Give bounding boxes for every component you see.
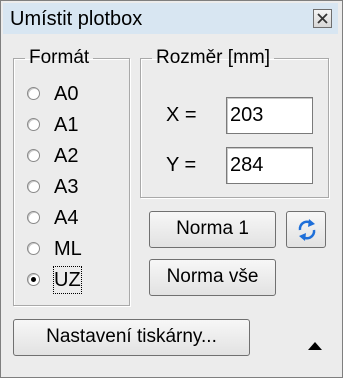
close-button[interactable] xyxy=(313,9,332,28)
radio-label: A3 xyxy=(54,176,79,198)
radio-button-selected[interactable] xyxy=(27,273,40,286)
radio-button[interactable] xyxy=(27,87,40,100)
radio-button[interactable] xyxy=(27,211,40,224)
radio-label: A0 xyxy=(54,83,79,105)
radio-label: A4 xyxy=(54,207,79,229)
title-bar[interactable]: Umístit plotbox xyxy=(3,3,338,34)
norma1-button[interactable]: Norma 1 xyxy=(149,211,276,248)
radio-button[interactable] xyxy=(27,180,40,193)
format-legend: Formát xyxy=(29,47,90,68)
radio-label: A1 xyxy=(54,114,79,136)
plotbox-dialog: Umístit plotbox Formát A0 A1 A2 A3 A4 ML xyxy=(0,0,343,378)
radio-selected-dot xyxy=(31,277,36,282)
norma-vse-button[interactable]: Norma vše xyxy=(149,259,276,296)
radio-label: UZ xyxy=(53,266,82,294)
radio-label: A2 xyxy=(54,145,79,167)
radio-button[interactable] xyxy=(27,118,40,131)
collapse-arrow-icon[interactable] xyxy=(308,341,322,350)
swap-dimensions-button[interactable] xyxy=(286,211,326,248)
y-label: Y = xyxy=(166,154,197,176)
y-input[interactable]: 284 xyxy=(226,147,313,184)
window-title: Umístit plotbox xyxy=(10,8,143,30)
x-label: X = xyxy=(166,104,197,126)
swap-arrows-icon xyxy=(298,219,316,241)
radio-label: ML xyxy=(54,238,82,260)
radio-button[interactable] xyxy=(27,149,40,162)
printer-settings-button[interactable]: Nastavení tiskárny... xyxy=(13,319,250,356)
size-legend: Rozměr [mm] xyxy=(156,47,270,68)
close-icon xyxy=(317,13,328,24)
x-input[interactable]: 203 xyxy=(226,97,313,134)
radio-button[interactable] xyxy=(27,242,40,255)
